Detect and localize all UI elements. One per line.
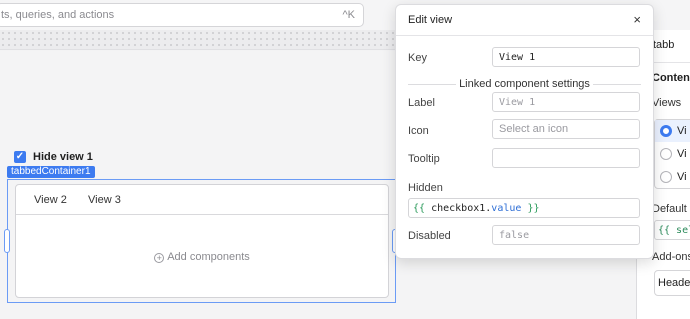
disabled-placeholder: false (499, 230, 530, 241)
tab-view-2[interactable]: View 2 (34, 194, 67, 206)
label-placeholder: View 1 (499, 97, 536, 108)
close-icon[interactable]: × (633, 12, 641, 27)
radio-selected-icon[interactable] (660, 125, 672, 137)
header-addon-button[interactable]: Heade (654, 270, 690, 296)
views-list-item[interactable]: Vi (655, 166, 690, 188)
hidden-code-input[interactable]: {{ checkbox1.value }} (408, 198, 640, 218)
tooltip-label: Tooltip (408, 153, 440, 165)
content-section-heading[interactable]: Content (652, 72, 690, 84)
search-shortcut: ^K (342, 9, 356, 21)
linked-settings-heading: Linked component settings (459, 78, 590, 90)
hide-view-checkbox[interactable]: ✓ Hide view 1 (14, 150, 93, 164)
label-label: Label (408, 97, 435, 109)
tab-view-3[interactable]: View 3 (88, 194, 121, 206)
radio-icon[interactable] (660, 148, 672, 160)
views-item-label: Vi (677, 171, 687, 183)
resize-handle-left[interactable] (4, 229, 10, 253)
inspector-title[interactable]: tabb (653, 39, 674, 51)
disabled-label: Disabled (408, 230, 451, 242)
code-identifier: checkbox1 (431, 203, 486, 214)
default-view-input[interactable]: {{ self (654, 220, 690, 240)
code-brace-close: }} (527, 203, 540, 214)
key-label: Key (408, 52, 427, 64)
radio-icon[interactable] (660, 171, 672, 183)
default-view-label: Default v (652, 203, 690, 215)
tab-bar: View 2 View 3 (16, 185, 388, 215)
linked-settings-divider: Linked component settings (408, 78, 641, 90)
search-input[interactable]: ts, queries, and actions ^K (0, 3, 364, 27)
tooltip-input[interactable] (492, 148, 640, 168)
add-components-button[interactable]: + Add components (16, 251, 388, 263)
checkbox-checked-icon[interactable]: ✓ (14, 151, 26, 163)
code-property: value (491, 203, 522, 214)
views-list-item[interactable]: Vi (655, 143, 690, 165)
views-list-item[interactable]: Vi (655, 120, 690, 142)
label-input[interactable]: View 1 (492, 92, 640, 112)
component-name-tag[interactable]: tabbedContainer1 (7, 166, 95, 178)
popover-title: Edit view (408, 14, 453, 26)
icon-select[interactable]: Select an icon (492, 119, 640, 139)
views-list: Vi Vi Vi (654, 119, 690, 189)
views-item-label: Vi (677, 125, 687, 137)
popover-header: Edit view × (396, 5, 653, 36)
icon-label: Icon (408, 125, 429, 137)
icon-placeholder: Select an icon (499, 123, 569, 135)
key-value: View 1 (499, 52, 536, 63)
hidden-label: Hidden (408, 182, 443, 194)
views-item-label: Vi (677, 148, 687, 160)
key-input[interactable]: View 1 (492, 47, 640, 67)
views-label: Views (652, 97, 682, 109)
checkbox-label: Hide view 1 (33, 151, 93, 163)
edit-view-popover: Edit view × Key View 1 Linked component … (395, 4, 654, 259)
disabled-input[interactable]: false (492, 225, 640, 245)
addons-label: Add-ons (652, 251, 690, 263)
search-placeholder: ts, queries, and actions (1, 9, 115, 21)
add-components-label: Add components (167, 251, 250, 263)
plus-circle-icon: + (154, 253, 165, 263)
tabbed-container[interactable]: View 2 View 3 + Add components (15, 184, 389, 298)
code-brace-open: {{ (413, 203, 426, 214)
